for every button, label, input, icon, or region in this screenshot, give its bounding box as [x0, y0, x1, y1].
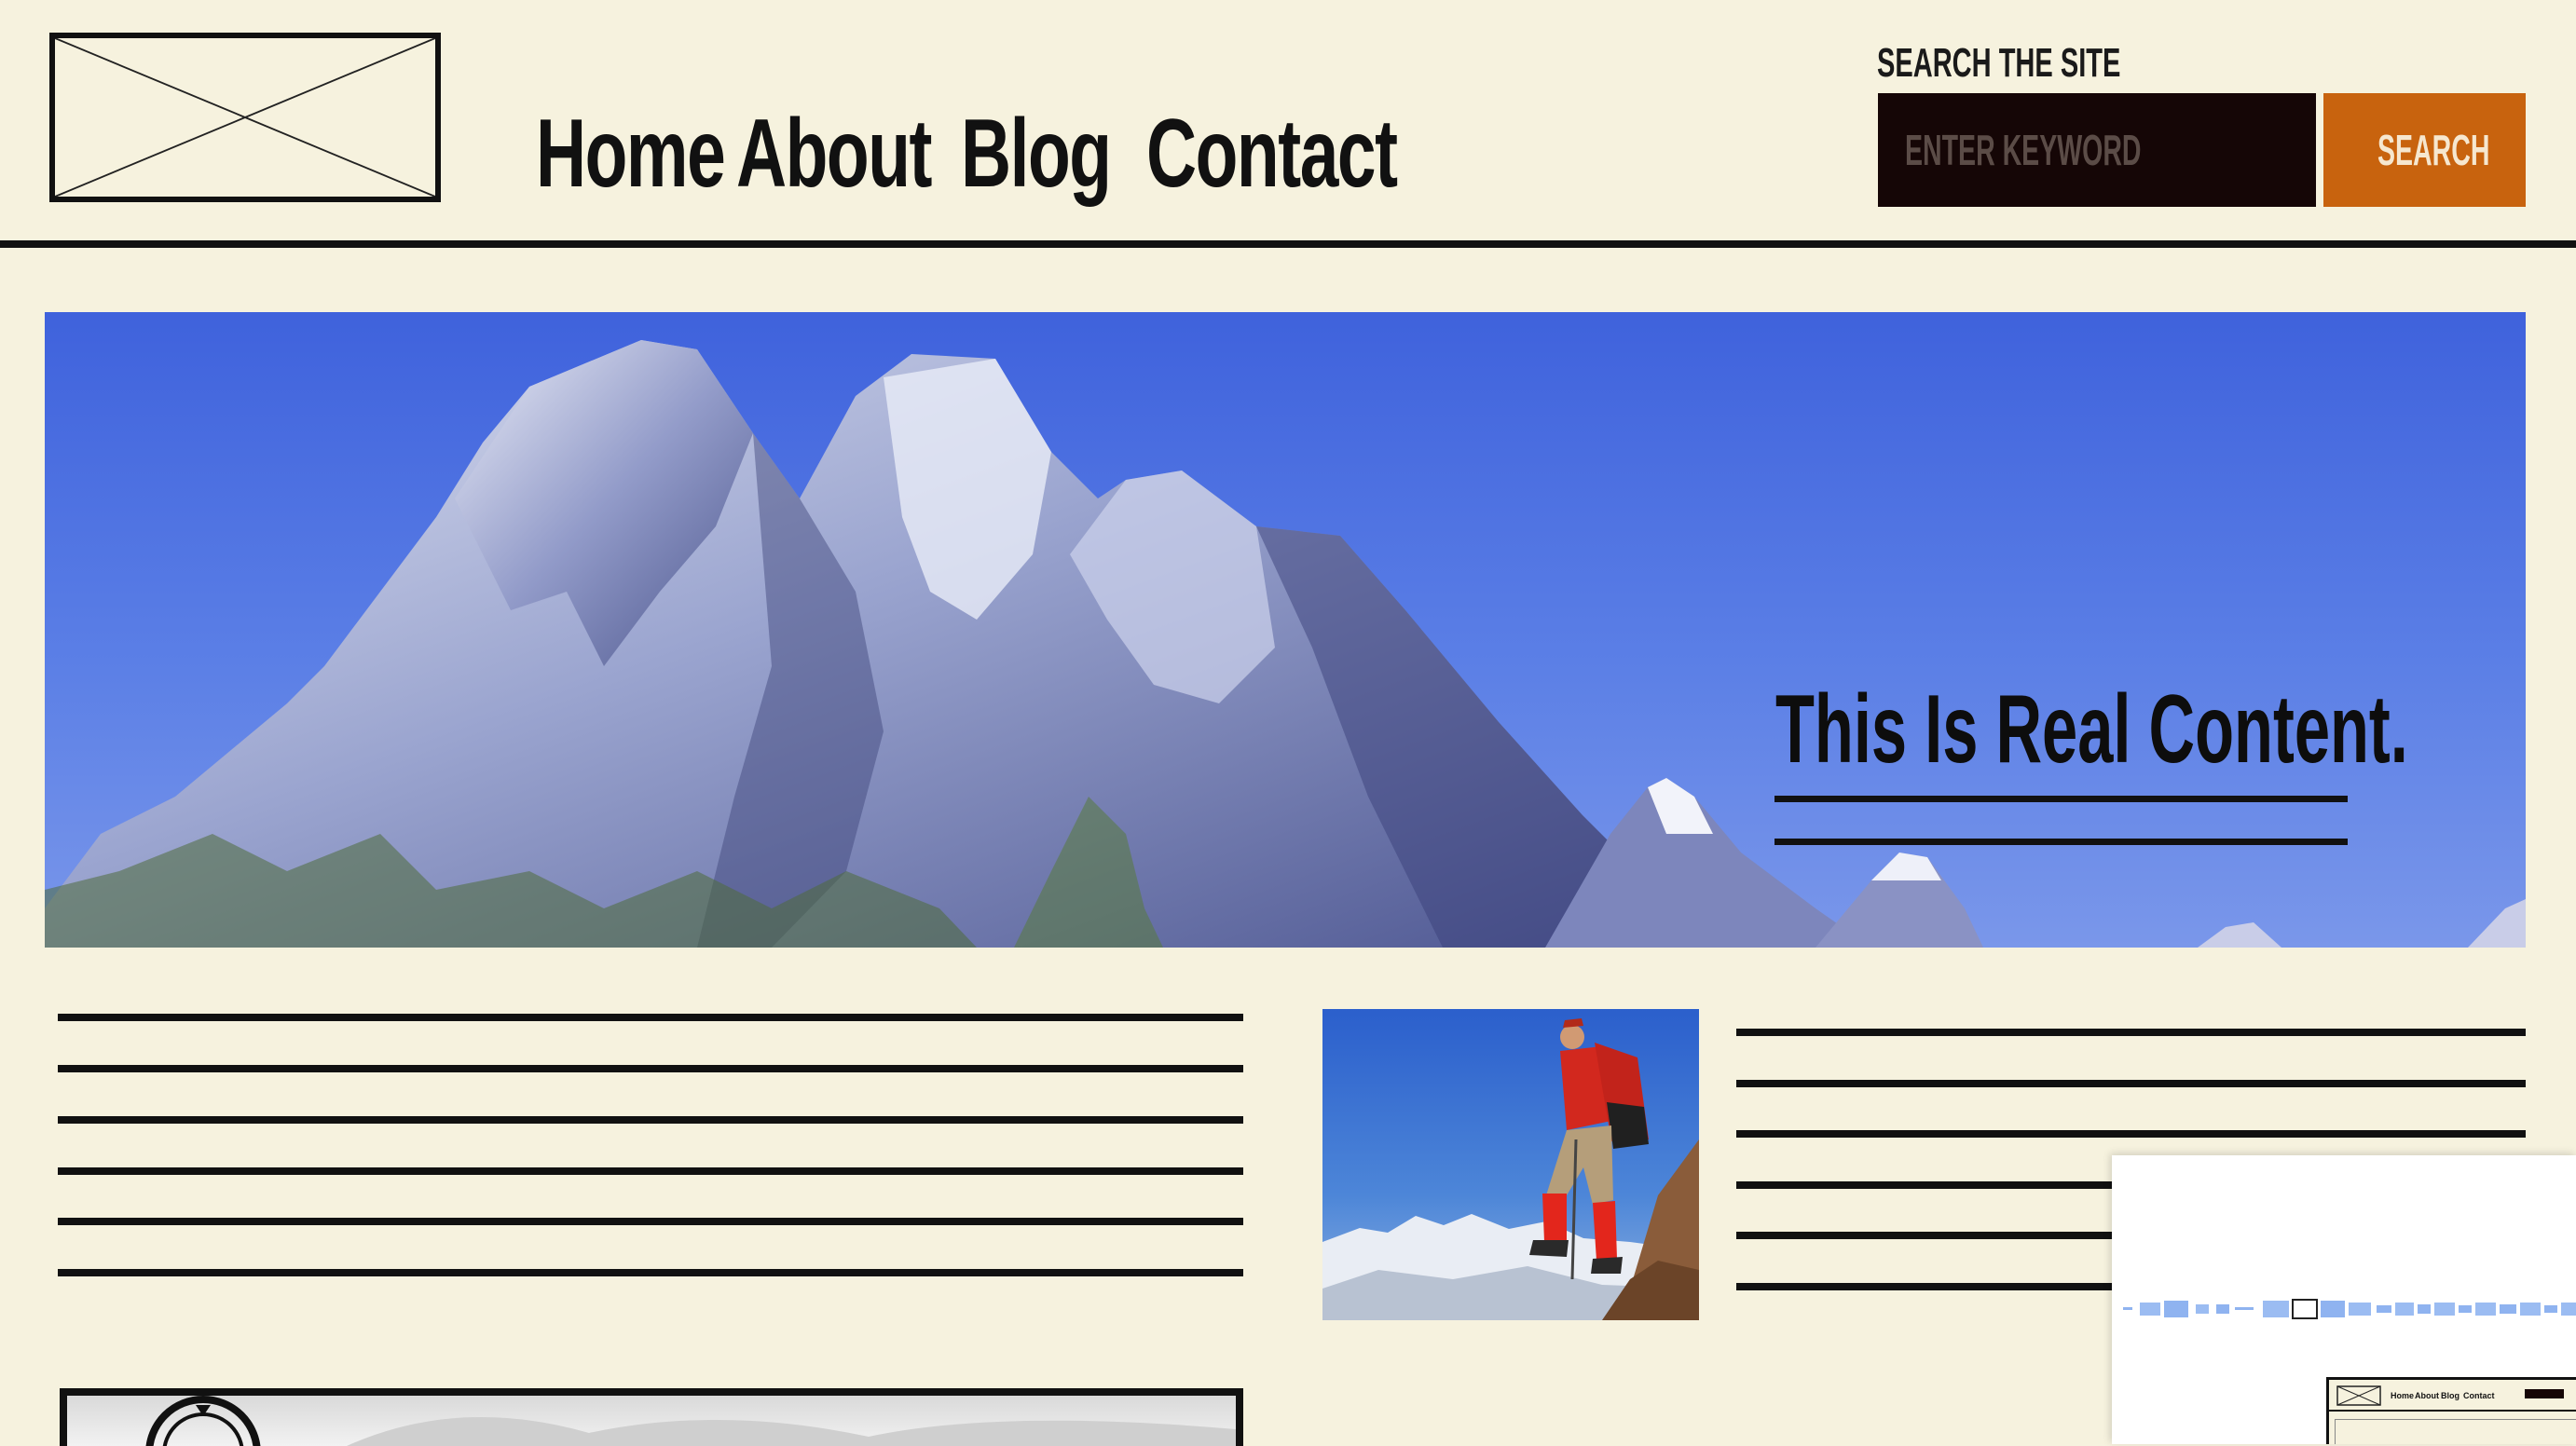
search-button-label: SEARCH: [2377, 126, 2490, 174]
nav-contact[interactable]: Contact: [1146, 93, 1398, 214]
minimap-divider: [2329, 1410, 2576, 1412]
minimap-nav-about: About: [2415, 1391, 2439, 1400]
hiker-image: [1322, 1018, 1699, 1320]
logo-placeholder[interactable]: [49, 33, 441, 202]
search-label: SEARCH THE SITE: [1877, 40, 2121, 86]
minimap-nav-contact: Contact: [2463, 1391, 2495, 1400]
nav-about[interactable]: About: [736, 93, 932, 214]
text-placeholder-line: [58, 1065, 1243, 1072]
text-placeholder-line: [58, 1116, 1243, 1124]
minimap-logo-icon: [2336, 1385, 2381, 1406]
emblem-icon: [145, 1396, 1236, 1446]
text-placeholder-line: [58, 1014, 1243, 1021]
search-button[interactable]: SEARCH: [2323, 93, 2526, 207]
header-divider: [0, 240, 2576, 248]
hiker-photo: [1322, 1009, 1699, 1320]
hero-underline: [1774, 839, 2348, 845]
text-placeholder-line: [1736, 1029, 2526, 1036]
nav-blog[interactable]: Blog: [961, 93, 1112, 214]
minimap-nav-blog: Blog: [2441, 1391, 2460, 1400]
minimap-strip[interactable]: [2123, 1297, 2576, 1321]
minimap-search: [2525, 1389, 2564, 1398]
minimap-panel[interactable]: Home About Blog Contact: [2112, 1155, 2576, 1444]
text-placeholder-line: [58, 1218, 1243, 1225]
featured-image: [60, 1388, 1243, 1446]
hero-title: This Is Real Content.: [1775, 675, 2408, 784]
image-placeholder-icon: [55, 38, 435, 197]
hero-underline: [1774, 796, 2348, 802]
text-placeholder-line: [1736, 1130, 2526, 1138]
hero-banner: [45, 312, 2526, 948]
minimap-nav-home: Home: [2391, 1391, 2415, 1400]
text-placeholder-line: [1736, 1080, 2526, 1087]
mountain-hero-image: [45, 340, 2526, 948]
text-placeholder-line: [58, 1269, 1243, 1276]
search-input[interactable]: [1878, 93, 2316, 207]
nav-home[interactable]: Home: [536, 93, 726, 214]
minimap-hero: [2335, 1419, 2576, 1444]
minimap-page-thumbnail[interactable]: Home About Blog Contact: [2326, 1377, 2576, 1444]
text-placeholder-line: [58, 1167, 1243, 1175]
